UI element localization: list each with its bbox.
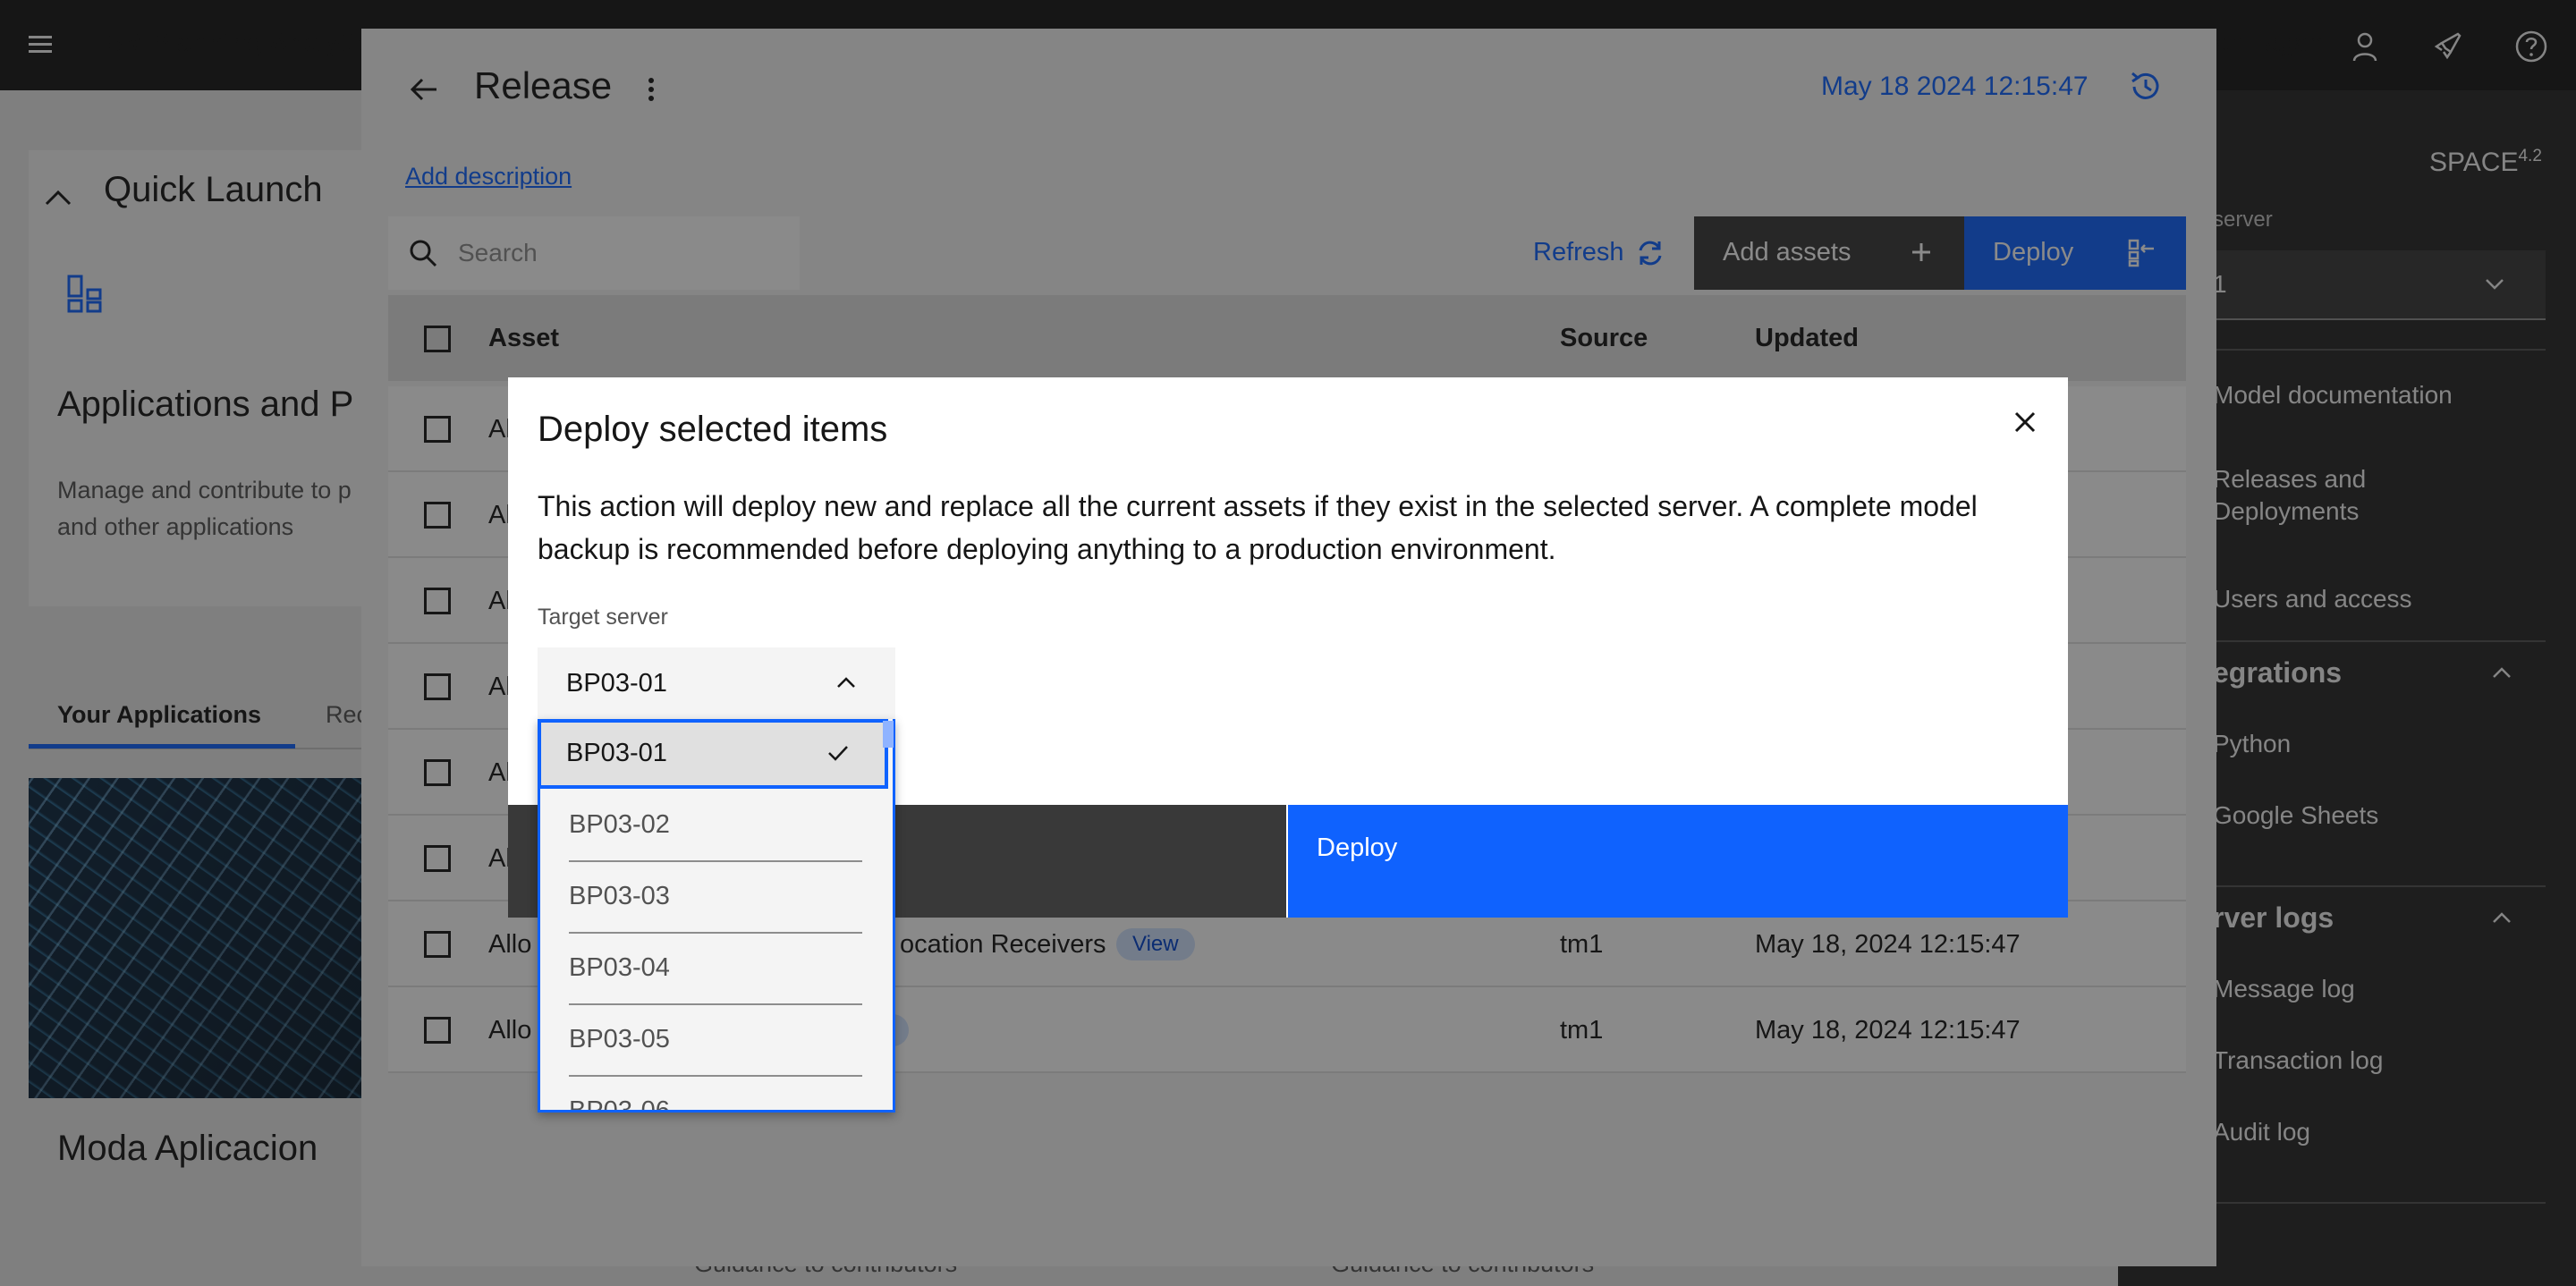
- option-label: BP03-03: [569, 882, 670, 910]
- option-label: BP03-01: [566, 739, 667, 767]
- target-server-value[interactable]: BP03-01: [566, 669, 667, 698]
- deploy-button-label[interactable]: Deploy: [1317, 833, 1397, 863]
- option-label: BP03-06: [569, 1096, 670, 1113]
- option-label: BP03-05: [569, 1025, 670, 1053]
- dialog-title: Deploy selected items: [538, 410, 888, 449]
- target-server-label: Target server: [538, 605, 668, 630]
- option-label: BP03-02: [569, 810, 670, 839]
- listbox-option[interactable]: BP03-02: [540, 791, 893, 862]
- listbox-option[interactable]: BP03-05: [540, 1005, 893, 1077]
- listbox-option[interactable]: BP03-03: [540, 862, 893, 934]
- dialog-body-text: This action will deploy new and replace …: [538, 490, 1978, 565]
- close-icon[interactable]: [2007, 404, 2043, 440]
- listbox-option[interactable]: BP03-04: [540, 934, 893, 1005]
- deploy-button[interactable]: [1288, 805, 2068, 918]
- listbox-option-selected[interactable]: BP03-01: [538, 719, 888, 789]
- listbox-scrollbar[interactable]: [883, 721, 894, 748]
- checkmark-icon: [824, 739, 852, 767]
- option-label: BP03-04: [569, 953, 670, 982]
- listbox-option[interactable]: BP03-06: [540, 1077, 893, 1113]
- chevron-up-icon[interactable]: [832, 669, 860, 698]
